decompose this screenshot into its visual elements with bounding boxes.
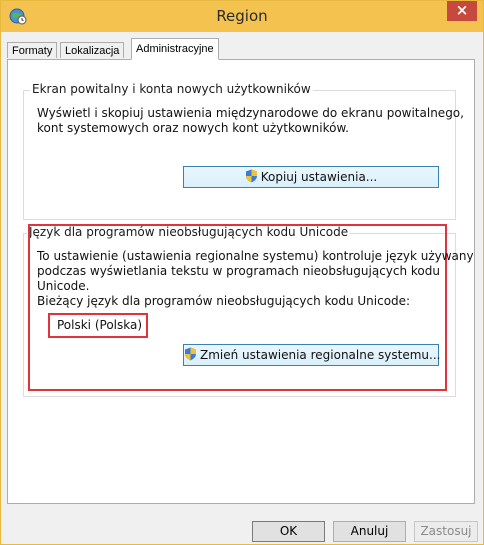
unicode-desc-line3: Unicode. bbox=[37, 279, 90, 293]
welcome-desc-line2: kont systemowych oraz nowych kont użytko… bbox=[37, 121, 349, 135]
copy-settings-label: Kopiuj ustawienia... bbox=[260, 170, 378, 184]
unicode-desc-line1: To ustawienie (ustawienia regionalne sys… bbox=[37, 249, 474, 263]
current-language-label: Bieżący język dla programów nieobsługują… bbox=[37, 294, 411, 308]
tab-administracyjne[interactable]: Administracyjne bbox=[131, 38, 219, 60]
title-bar[interactable]: Region × bbox=[1, 1, 483, 32]
tab-panel-administracyjne: Ekran powitalny i konta nowych użytkowni… bbox=[7, 59, 475, 504]
apply-button[interactable]: Zastosuj bbox=[414, 521, 478, 542]
window-title: Region bbox=[216, 7, 268, 25]
highlight-box-current-language bbox=[48, 313, 148, 338]
welcome-group-title: Ekran powitalny i konta nowych użytkowni… bbox=[30, 82, 313, 96]
tab-lokalizacja[interactable]: Lokalizacja bbox=[60, 42, 125, 58]
unicode-desc-line2: podczas wyświetlania tekstu w programach… bbox=[37, 264, 440, 278]
change-system-locale-label: Zmień ustawienia regionalne systemu... bbox=[200, 348, 441, 362]
cancel-button[interactable]: Anuluj bbox=[333, 521, 406, 542]
uac-shield-icon bbox=[185, 347, 196, 361]
uac-shield-icon bbox=[245, 169, 257, 183]
region-dialog: Region × Formaty Lokalizacja Administrac… bbox=[0, 0, 484, 545]
ok-button[interactable]: OK bbox=[252, 521, 325, 542]
tab-formaty[interactable]: Formaty bbox=[7, 42, 58, 58]
close-button[interactable]: × bbox=[447, 1, 477, 21]
copy-settings-button[interactable]: Kopiuj ustawienia... bbox=[183, 166, 439, 188]
change-system-locale-button[interactable]: Zmień ustawienia regionalne systemu... bbox=[183, 344, 441, 366]
welcome-desc-line1: Wyświetl i skopiuj ustawienia międzynaro… bbox=[37, 106, 464, 120]
